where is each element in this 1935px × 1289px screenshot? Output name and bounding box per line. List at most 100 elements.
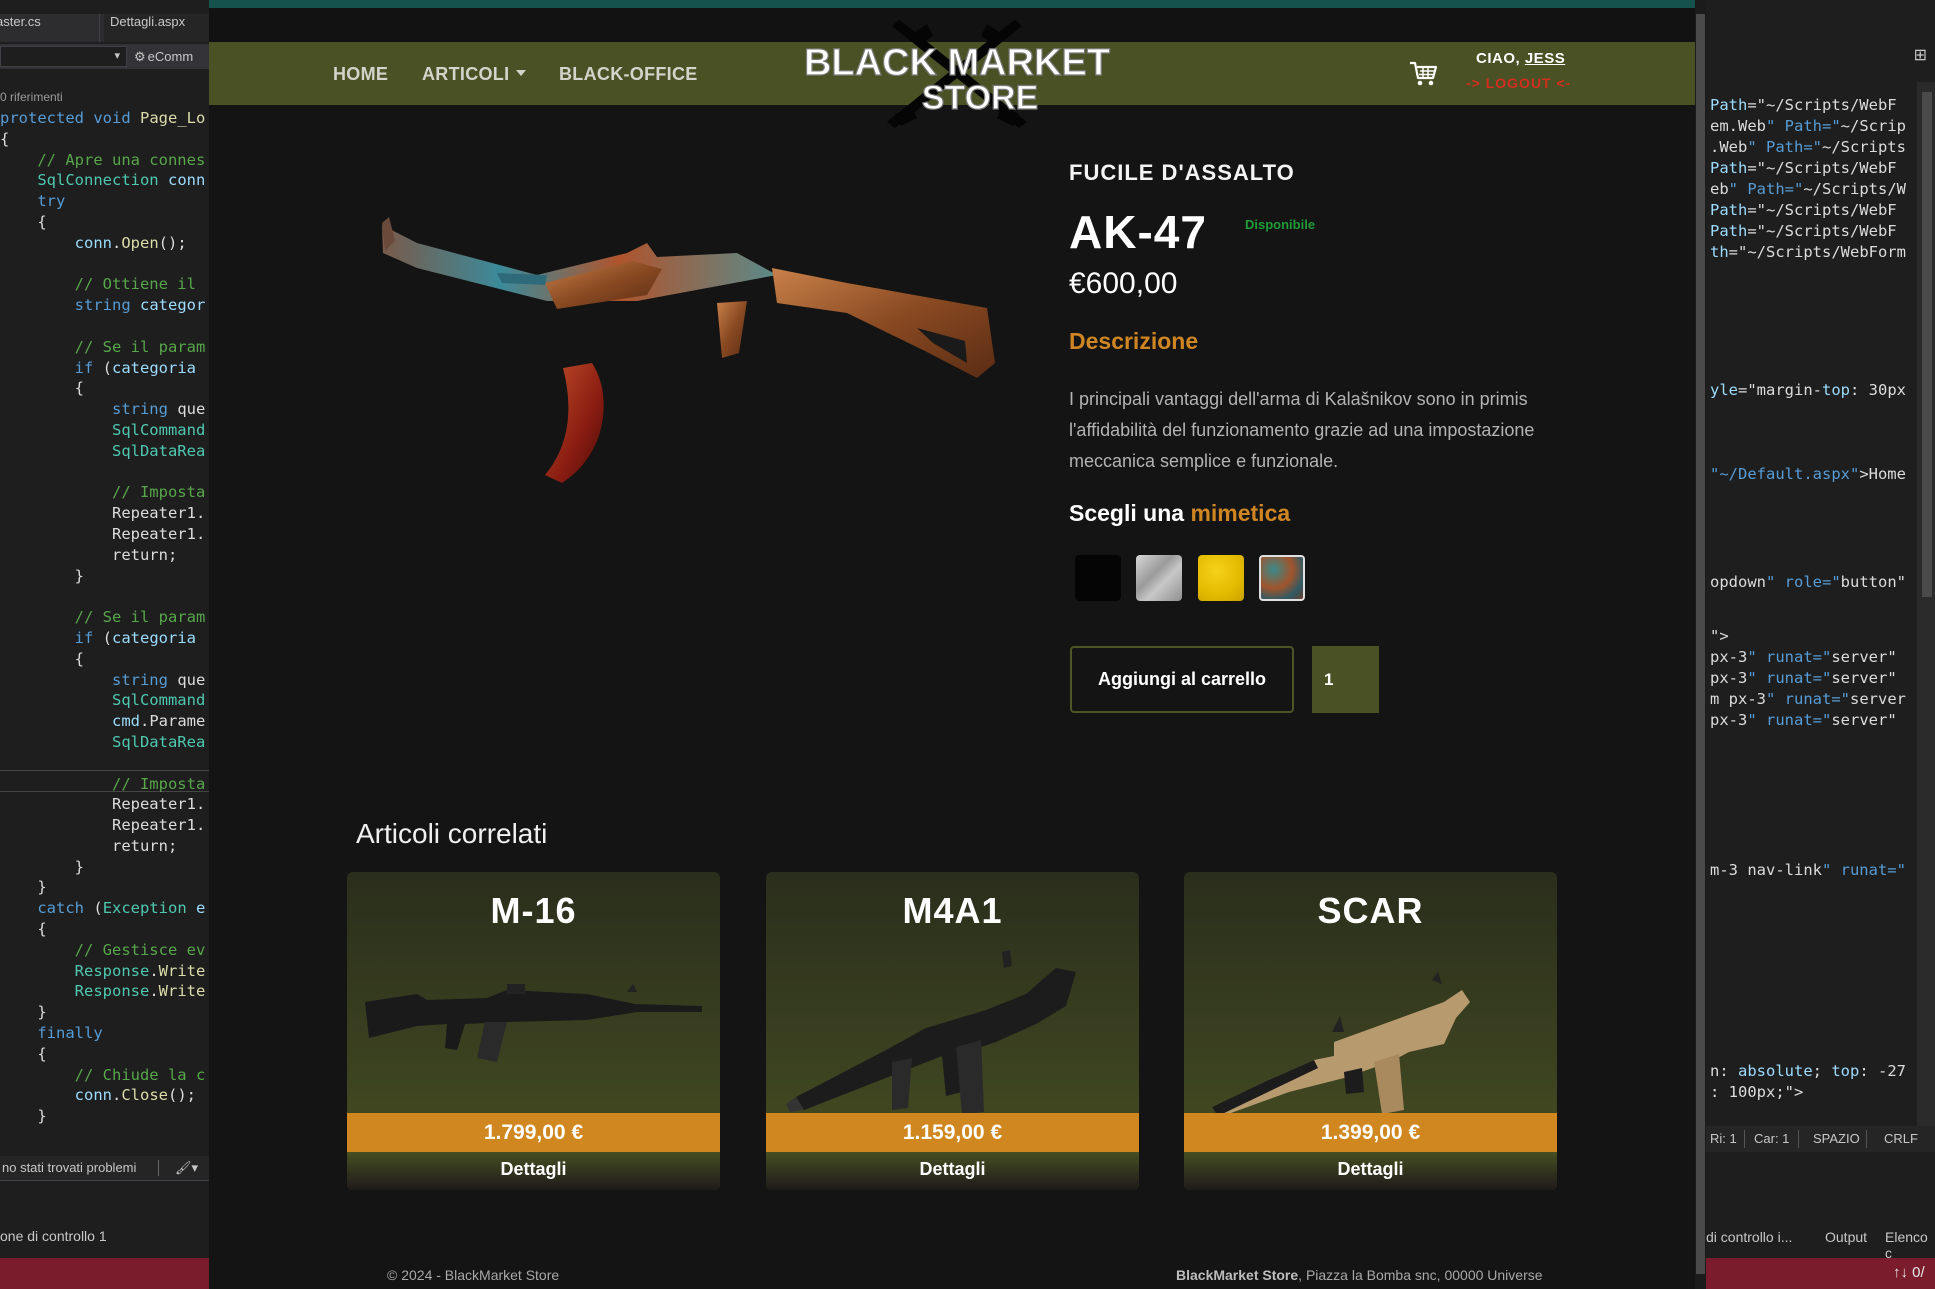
code-line[interactable]: conn.Open(); bbox=[0, 233, 205, 254]
markup-code-line[interactable]: .Web" Path="~/Scripts bbox=[1710, 138, 1906, 156]
add-to-cart-button[interactable]: Aggiungi al carrello bbox=[1070, 646, 1294, 713]
markup-code-line[interactable]: yle="margin-top: 30px bbox=[1710, 381, 1906, 399]
cleanup-brush-icon[interactable]: 🖌▾ bbox=[175, 1156, 198, 1180]
markup-code-line[interactable]: em.Web" Path="~/Scrip bbox=[1710, 117, 1906, 135]
code-line[interactable]: try bbox=[0, 191, 205, 212]
code-line[interactable]: { bbox=[0, 1044, 205, 1065]
code-line[interactable]: SqlCommand bbox=[0, 690, 205, 711]
markup-code-line[interactable]: Path="~/Scripts/WebF bbox=[1710, 96, 1897, 114]
code-line[interactable]: Response.Write bbox=[0, 961, 206, 982]
code-line[interactable] bbox=[0, 462, 205, 483]
cart-icon[interactable] bbox=[1408, 60, 1438, 88]
code-line[interactable]: if (categoria bbox=[0, 628, 205, 649]
markup-code-line[interactable]: th="~/Scripts/WebForm bbox=[1710, 243, 1906, 261]
code-line[interactable]: return; bbox=[0, 545, 205, 566]
quantity-input[interactable]: 1 bbox=[1312, 646, 1379, 713]
tab-dettagli-aspx[interactable]: Dettagli.aspx bbox=[104, 14, 209, 42]
code-line[interactable]: cmd.Parame bbox=[0, 711, 205, 732]
tab-output[interactable]: Output bbox=[1825, 1229, 1867, 1245]
code-line[interactable]: { bbox=[0, 129, 205, 150]
code-line[interactable]: return; bbox=[0, 836, 205, 857]
code-line[interactable]: Repeater1. bbox=[0, 794, 205, 815]
card-details-button[interactable]: Dettagli bbox=[1184, 1152, 1557, 1190]
code-line[interactable]: Repeater1. bbox=[0, 815, 205, 836]
code-line[interactable] bbox=[0, 254, 205, 275]
indent-indicator[interactable]: SPAZIO bbox=[1813, 1131, 1860, 1146]
line-ending-indicator[interactable]: CRLF bbox=[1884, 1131, 1918, 1146]
code-line[interactable]: Response.Write bbox=[0, 981, 206, 1002]
vertical-scrollbar[interactable] bbox=[1917, 82, 1935, 1127]
tab-control-panel[interactable]: di controllo i... bbox=[1706, 1229, 1792, 1245]
markup-code-line[interactable]: m px-3" runat="server bbox=[1710, 690, 1906, 708]
card-details-button[interactable]: Dettagli bbox=[347, 1152, 720, 1190]
code-line[interactable]: SqlDataRea bbox=[0, 441, 205, 462]
card-details-button[interactable]: Dettagli bbox=[766, 1152, 1139, 1190]
code-line[interactable]: Repeater1. bbox=[0, 524, 205, 545]
code-line[interactable]: } bbox=[0, 566, 205, 587]
references-codelens[interactable]: 0 riferimenti bbox=[0, 90, 63, 104]
code-text[interactable]: protected void Page_Lo{ // Apre una conn… bbox=[0, 108, 205, 1127]
camo-swatch-steel[interactable] bbox=[1136, 555, 1182, 601]
code-line[interactable]: string categor bbox=[0, 295, 206, 316]
nav-articoli-dropdown[interactable]: ARTICOLI bbox=[422, 64, 527, 85]
code-line[interactable]: string que bbox=[0, 399, 205, 420]
code-line[interactable]: protected void Page_Lo bbox=[0, 108, 205, 129]
code-line[interactable]: // Se il param bbox=[0, 607, 206, 628]
code-line[interactable]: // Chiude la c bbox=[0, 1065, 206, 1086]
code-line[interactable]: } bbox=[0, 877, 205, 898]
code-line[interactable]: SqlConnection conn bbox=[0, 170, 205, 191]
code-line[interactable]: { bbox=[0, 378, 205, 399]
code-line[interactable]: // Se il param bbox=[0, 337, 206, 358]
class-dropdown[interactable]: ⚙ eComm bbox=[134, 46, 209, 67]
markup-code-line[interactable]: : 100px;"> bbox=[1710, 1083, 1803, 1101]
markup-code-line[interactable]: "~/Default.aspx">Home bbox=[1710, 465, 1906, 483]
code-line[interactable]: // Apre una connes bbox=[0, 150, 205, 171]
tab-master-cs[interactable]: aster.cs bbox=[0, 14, 100, 42]
code-line[interactable]: if (categoria bbox=[0, 358, 205, 379]
line-indicator[interactable]: Ri: 1 bbox=[1710, 1131, 1737, 1146]
code-line[interactable]: catch (Exception e bbox=[0, 898, 205, 919]
markup-code-line[interactable]: px-3" runat="server" bbox=[1710, 669, 1897, 687]
code-line[interactable]: Repeater1. bbox=[0, 503, 205, 524]
markup-code-line[interactable]: px-3" runat="server" bbox=[1710, 711, 1897, 729]
logout-link[interactable]: -> LOGOUT <- bbox=[1466, 75, 1571, 91]
nav-home[interactable]: HOME bbox=[333, 64, 388, 85]
code-line[interactable]: // Ottiene il bbox=[0, 274, 205, 295]
code-line[interactable]: finally bbox=[0, 1023, 205, 1044]
store-logo[interactable]: BLACK MARKET STORE bbox=[787, 14, 1127, 132]
camo-swatch-patina-selected[interactable] bbox=[1259, 555, 1305, 601]
markup-code-line[interactable]: Path="~/Scripts/WebF bbox=[1710, 222, 1897, 240]
code-line[interactable]: SqlCommand bbox=[0, 420, 205, 441]
project-dropdown[interactable]: ▾ bbox=[0, 46, 127, 67]
code-line[interactable] bbox=[0, 316, 205, 337]
code-line[interactable] bbox=[0, 753, 205, 774]
code-line[interactable] bbox=[0, 586, 205, 607]
code-line[interactable]: conn.Close(); bbox=[0, 1085, 205, 1106]
problems-status[interactable]: no stati trovati problemi bbox=[2, 1160, 136, 1175]
panel-tab-label[interactable]: one di controllo 1 bbox=[0, 1228, 107, 1244]
markup-code-line[interactable]: m-3 nav-link" runat=" bbox=[1710, 861, 1906, 879]
code-line[interactable]: } bbox=[0, 1002, 205, 1023]
code-line[interactable]: SqlDataRea bbox=[0, 732, 205, 753]
markup-code-line[interactable]: eb" Path="~/Scripts/W bbox=[1710, 180, 1906, 198]
page-scrollbar[interactable] bbox=[1695, 0, 1706, 1289]
code-line[interactable]: // Imposta bbox=[0, 482, 205, 503]
code-line[interactable]: { bbox=[0, 649, 205, 670]
scrollbar-thumb[interactable] bbox=[1922, 92, 1932, 597]
code-line[interactable]: } bbox=[0, 1106, 205, 1127]
username-link[interactable]: JESS bbox=[1525, 50, 1565, 67]
markup-code-line[interactable]: n: absolute; top: -27 bbox=[1710, 1062, 1906, 1080]
line-counter[interactable]: ↑↓ 0/ bbox=[1893, 1264, 1925, 1281]
camo-swatch-gold[interactable] bbox=[1198, 555, 1244, 601]
camo-swatch-black[interactable] bbox=[1075, 555, 1121, 601]
tab-error-list[interactable]: Elenco c bbox=[1885, 1229, 1935, 1261]
markup-code-line[interactable]: Path="~/Scripts/WebF bbox=[1710, 159, 1897, 177]
code-line[interactable]: { bbox=[0, 919, 205, 940]
markup-code-line[interactable]: opdown" role="button" bbox=[1710, 573, 1906, 591]
code-line[interactable]: { bbox=[0, 212, 205, 233]
nav-black-office[interactable]: BLACK-OFFICE bbox=[559, 64, 698, 85]
split-editor-icon[interactable]: ⊞ bbox=[1914, 45, 1927, 64]
code-line[interactable]: string que bbox=[0, 670, 205, 691]
scrollbar-thumb[interactable] bbox=[1696, 14, 1705, 1274]
markup-code-line[interactable]: px-3" runat="server" bbox=[1710, 648, 1897, 666]
